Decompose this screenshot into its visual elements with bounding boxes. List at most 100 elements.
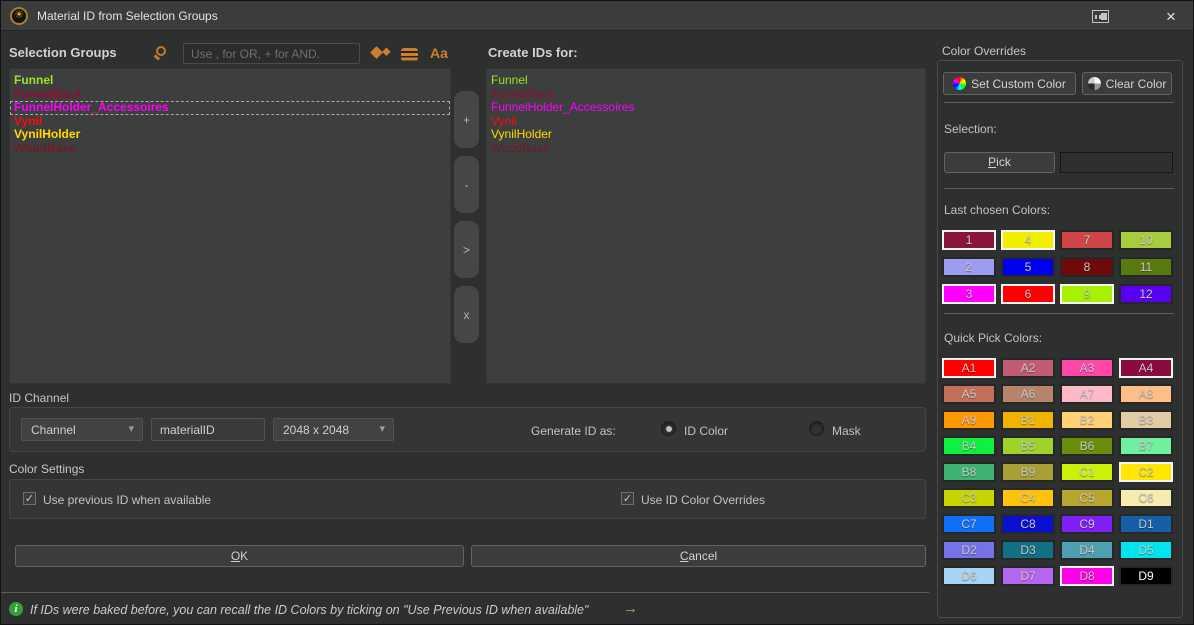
last-color-6[interactable]: 6	[1001, 284, 1055, 304]
quick-color-a6[interactable]: A6	[1001, 384, 1055, 404]
create-id-item[interactable]: Vynil	[487, 115, 925, 129]
quick-color-c8[interactable]: C8	[1001, 514, 1055, 534]
last-color-1[interactable]: 1	[942, 230, 996, 250]
quick-color-b2[interactable]: B2	[1060, 410, 1114, 430]
quick-color-c9[interactable]: C9	[1060, 514, 1114, 534]
quick-color-a3[interactable]: A3	[1060, 358, 1114, 378]
ok-button[interactable]: OK	[15, 545, 464, 567]
quick-color-d3[interactable]: D3	[1001, 540, 1055, 560]
quick-color-d7[interactable]: D7	[1001, 566, 1055, 586]
size-select[interactable]: 2048 x 2048 ▾	[273, 418, 394, 441]
window-title: Material ID from Selection Groups	[37, 9, 218, 23]
quick-color-a8[interactable]: A8	[1119, 384, 1173, 404]
set-custom-color-button[interactable]: Set Custom Color	[943, 72, 1076, 95]
quick-color-b4[interactable]: B4	[942, 436, 996, 456]
selected-color-swatch[interactable]	[1060, 152, 1173, 173]
quick-color-c2[interactable]: C2	[1119, 462, 1173, 482]
move-button[interactable]: >	[454, 221, 479, 278]
channel-select[interactable]: Channel ▾	[21, 418, 143, 441]
quick-color-b1[interactable]: B1	[1001, 410, 1055, 430]
selection-group-item[interactable]: FunnelHolder_Accessoires	[10, 101, 450, 115]
quick-color-b6[interactable]: B6	[1060, 436, 1114, 456]
quick-color-c5[interactable]: C5	[1060, 488, 1114, 508]
quick-color-d6[interactable]: D6	[942, 566, 996, 586]
clear-color-button[interactable]: Clear Color	[1082, 72, 1172, 95]
create-id-item[interactable]: VynilHolder	[487, 128, 925, 142]
last-color-12[interactable]: 12	[1119, 284, 1173, 304]
last-color-3[interactable]: 3	[942, 284, 996, 304]
quick-color-d1[interactable]: D1	[1119, 514, 1173, 534]
quick-color-c4[interactable]: C4	[1001, 488, 1055, 508]
material-id-input[interactable]	[151, 418, 265, 441]
transfer-buttons: + - > x	[454, 91, 479, 343]
last-chosen-grid: 14710 25811 36912	[942, 230, 1173, 304]
quick-color-a1[interactable]: A1	[942, 358, 996, 378]
status-divider	[1, 592, 929, 593]
create-id-item[interactable]: FunnelHolder_Accessoires	[487, 101, 925, 115]
quick-color-d4[interactable]: D4	[1060, 540, 1114, 560]
selection-group-item[interactable]: WoodBase	[10, 142, 450, 156]
last-color-11[interactable]: 11	[1119, 257, 1173, 277]
quick-color-b7[interactable]: B7	[1119, 436, 1173, 456]
overrides-divider-1	[944, 102, 1174, 103]
chevron-down-icon: ▾	[379, 424, 385, 435]
close-icon[interactable]: ×	[1159, 4, 1183, 28]
create-id-item[interactable]: FunnelBack	[487, 88, 925, 102]
quick-color-d8[interactable]: D8	[1060, 566, 1114, 586]
selection-group-item[interactable]: Vynil	[10, 115, 450, 129]
set-custom-color-label: Set Custom Color	[971, 77, 1066, 91]
selection-groups-header: Selection Groups	[9, 45, 117, 60]
radio-mask[interactable]	[809, 421, 824, 436]
search-input[interactable]	[183, 43, 360, 64]
quick-color-a4[interactable]: A4	[1119, 358, 1173, 378]
quick-color-c7[interactable]: C7	[942, 514, 996, 534]
create-id-item[interactable]: WoodBase	[487, 142, 925, 156]
last-color-9[interactable]: 9	[1060, 284, 1114, 304]
last-color-5[interactable]: 5	[1001, 257, 1055, 277]
quick-color-b5[interactable]: B5	[1001, 436, 1055, 456]
clear-button[interactable]: x	[454, 286, 479, 343]
quick-color-c6[interactable]: C6	[1119, 488, 1173, 508]
arrow-right-icon: →	[623, 600, 638, 617]
sparkle-filter-icon[interactable]	[370, 46, 383, 59]
match-case-icon[interactable]: Aa	[430, 45, 448, 61]
last-color-2[interactable]: 2	[942, 257, 996, 277]
color-wheel-icon	[953, 77, 966, 90]
quick-color-d5[interactable]: D5	[1119, 540, 1173, 560]
generate-id-label: Generate ID as:	[531, 424, 616, 438]
quick-color-a9[interactable]: A9	[942, 410, 996, 430]
use-previous-id-checkbox[interactable]	[23, 492, 36, 505]
list-filter-icon[interactable]	[401, 48, 418, 61]
remove-button[interactable]: -	[454, 156, 479, 213]
quick-color-a5[interactable]: A5	[942, 384, 996, 404]
quick-color-d9[interactable]: D9	[1119, 566, 1173, 586]
last-color-7[interactable]: 7	[1060, 230, 1114, 250]
use-id-color-overrides-checkbox[interactable]	[621, 492, 634, 505]
cancel-button[interactable]: Cancel	[471, 545, 926, 567]
search-icon	[156, 46, 166, 56]
last-color-10[interactable]: 10	[1119, 230, 1173, 250]
selection-groups-list[interactable]: FunnelFunnelBackFunnelHolder_Accessoires…	[9, 68, 451, 384]
last-color-4[interactable]: 4	[1001, 230, 1055, 250]
pick-button[interactable]: Pick	[944, 152, 1055, 173]
dock-window-icon[interactable]	[1092, 10, 1109, 23]
quick-color-c3[interactable]: C3	[942, 488, 996, 508]
create-ids-list[interactable]: FunnelFunnelBackFunnelHolder_Accessoires…	[486, 68, 926, 384]
selection-group-item[interactable]: VynilHolder	[10, 128, 450, 142]
status-message: If IDs were baked before, you can recall…	[30, 603, 588, 617]
quick-color-c1[interactable]: C1	[1060, 462, 1114, 482]
quick-color-a2[interactable]: A2	[1001, 358, 1055, 378]
quick-color-b8[interactable]: B8	[942, 462, 996, 482]
selection-group-item[interactable]: Funnel	[10, 74, 450, 88]
add-button[interactable]: +	[454, 91, 479, 148]
quick-color-b9[interactable]: B9	[1001, 462, 1055, 482]
title-bar: ☀ Material ID from Selection Groups ×	[1, 1, 1193, 31]
quick-color-b3[interactable]: B3	[1119, 410, 1173, 430]
last-color-8[interactable]: 8	[1060, 257, 1114, 277]
radio-id-color[interactable]	[661, 421, 676, 436]
quick-color-a7[interactable]: A7	[1060, 384, 1114, 404]
quick-color-d2[interactable]: D2	[942, 540, 996, 560]
selection-group-item[interactable]: FunnelBack	[10, 88, 450, 102]
color-settings-section-label: Color Settings	[9, 462, 84, 476]
create-id-item[interactable]: Funnel	[487, 74, 925, 88]
